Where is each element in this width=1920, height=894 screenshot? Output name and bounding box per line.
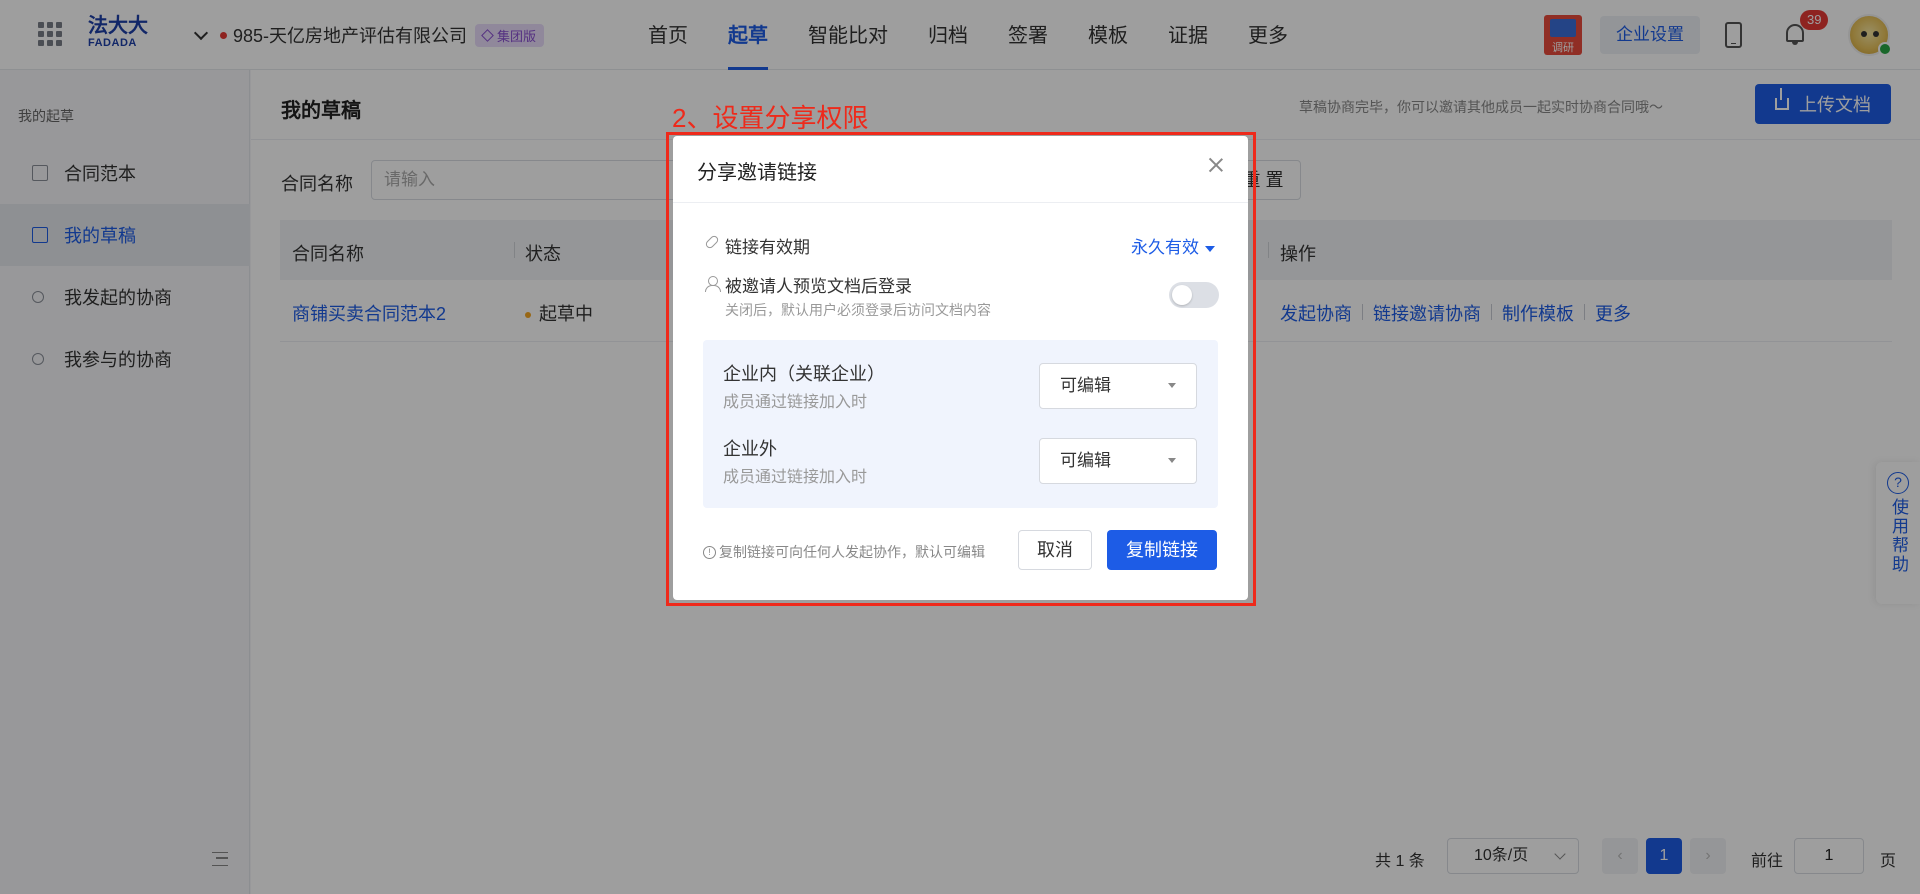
link-icon <box>704 234 720 250</box>
login-after-preview-note: 关闭后，默认用户必须登录后访问文档内容 <box>725 302 991 318</box>
expiry-value: 永久有效 <box>1131 238 1199 257</box>
caret-down-icon <box>1168 458 1176 463</box>
external-permission-sub: 成员通过链接加入时 <box>723 469 868 486</box>
copy-link-button[interactable]: 复制链接 <box>1107 530 1217 570</box>
internal-permission-sub: 成员通过链接加入时 <box>723 394 868 411</box>
link-expiry-label: 链接有效期 <box>725 238 810 257</box>
permissions-panel: 企业内（关联企业） 成员通过链接加入时 可编辑 企业外 成员通过链接加入时 可编… <box>703 340 1218 508</box>
link-expiry-select[interactable]: 永久有效 <box>1131 233 1215 258</box>
external-permission-value: 可编辑 <box>1060 451 1111 470</box>
login-after-preview-label: 被邀请人预览文档后登录 <box>725 277 912 296</box>
copy-link-note-text: 复制链接可向任何人发起协作，默认可编辑 <box>719 544 985 560</box>
internal-permission-value: 可编辑 <box>1060 376 1111 395</box>
caret-down-icon <box>1168 383 1176 388</box>
info-icon: ! <box>703 545 716 559</box>
dialog-title: 分享邀请链接 <box>697 162 817 184</box>
annotation-label: 2、设置分享权限 <box>672 103 869 133</box>
close-icon[interactable] <box>1207 156 1225 174</box>
login-after-preview-toggle[interactable] <box>1169 282 1219 308</box>
person-icon <box>705 276 721 292</box>
caret-down-icon <box>1205 245 1215 252</box>
internal-permission-select[interactable]: 可编辑 <box>1039 363 1197 409</box>
share-invite-link-dialog: 分享邀请链接 链接有效期 永久有效 被邀请人预览文档后登录 关闭后，默认用户必须… <box>673 136 1248 600</box>
internal-permission-title: 企业内（关联企业） <box>723 364 885 384</box>
external-permission-title: 企业外 <box>723 439 777 459</box>
divider <box>673 202 1248 203</box>
cancel-button[interactable]: 取消 <box>1018 530 1092 570</box>
external-permission-select[interactable]: 可编辑 <box>1039 438 1197 484</box>
copy-link-note: ! 复制链接可向任何人发起协作，默认可编辑 <box>703 542 985 562</box>
